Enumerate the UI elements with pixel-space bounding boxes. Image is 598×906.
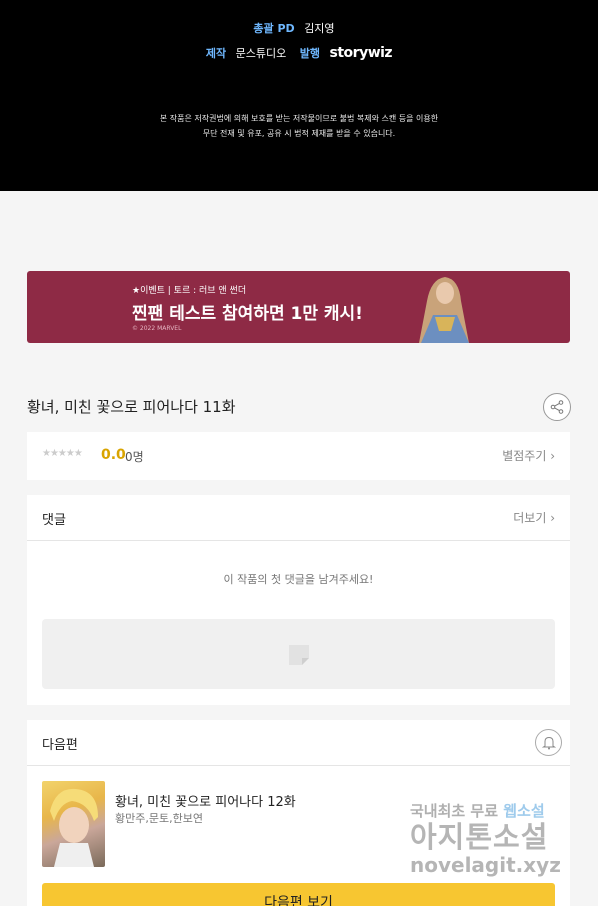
credit-name-studio: 문스튜디오 bbox=[235, 47, 287, 60]
banner-headline: 찐팬 테스트 참여하면 1만 캐시! bbox=[132, 304, 363, 324]
rating-card: ★★★★★ 0.0 0명 별점주기 › bbox=[27, 432, 570, 480]
storywiz-logo: storywiz bbox=[329, 45, 393, 61]
credit-role-pd: 총괄 PD bbox=[253, 22, 295, 35]
comments-card: 댓글 더보기 › 이 작품의 첫 댓글을 남겨주세요! bbox=[27, 495, 570, 705]
next-episode-authors: 황만주,문토,한보연 bbox=[115, 812, 203, 825]
next-episode-button[interactable]: 다음편 보기 bbox=[42, 883, 555, 906]
banner-copyright: © 2022 MARVEL bbox=[132, 325, 182, 332]
event-banner[interactable]: ★이벤트 | 토르 : 러브 앤 썬더 찐팬 테스트 참여하면 1만 캐시! ©… bbox=[27, 271, 570, 343]
credits-partial-line: ••• •• ••••• ••• ••• bbox=[0, 0, 598, 6]
copyright-notice: 본 작품은 저작권법에 의해 보호를 받는 저작물이므로 불법 복제와 스캔 등… bbox=[0, 111, 598, 141]
watermark-line-2: 아지톤소설 bbox=[410, 820, 549, 854]
episode-credits: ••• •• ••••• ••• ••• 총괄 PD 김지영 제작 문스튜디오 … bbox=[0, 0, 598, 191]
credit-row-pd: 총괄 PD 김지영 bbox=[0, 20, 598, 36]
comments-empty-message: 이 작품의 첫 댓글을 남겨주세요! bbox=[223, 573, 374, 586]
next-episode-thumbnail[interactable] bbox=[42, 781, 105, 867]
comments-header: 댓글 더보기 › bbox=[27, 495, 570, 541]
copyright-notice-line: 본 작품은 저작권법에 의해 보호를 받는 저작물이므로 불법 복제와 스캔 등… bbox=[159, 114, 439, 123]
watermark-line-1b: 웹소설 bbox=[503, 802, 545, 820]
next-episode-title[interactable]: 황녀, 미친 꽃으로 피어나다 12화 bbox=[115, 791, 296, 810]
share-button[interactable] bbox=[543, 393, 571, 421]
comments-more-link[interactable]: 더보기 › bbox=[513, 509, 555, 526]
next-episode-header: 다음편 bbox=[27, 720, 570, 766]
rating-stars: ★★★★★ bbox=[42, 448, 83, 459]
bell-icon bbox=[541, 736, 556, 750]
character-thumbnail-art bbox=[50, 788, 98, 867]
rating-score: 0.0 bbox=[101, 447, 126, 463]
rate-button[interactable]: 별점주기 › bbox=[502, 447, 555, 464]
share-icon bbox=[550, 400, 564, 414]
ad-placeholder[interactable] bbox=[42, 619, 555, 689]
copyright-notice-line: 무단 전재 및 유포, 공유 시 법적 제재를 받을 수 있습니다. bbox=[202, 129, 396, 138]
watermark-line-1: 국내최초 무료 웹소설 bbox=[410, 800, 580, 821]
image-placeholder-icon bbox=[289, 645, 309, 665]
credit-role-publisher: 발행 bbox=[299, 47, 321, 60]
credit-name-pd: 김지영 bbox=[304, 22, 335, 35]
comments-label: 댓글 bbox=[42, 513, 66, 528]
site-watermark: 국내최초 무료 웹소설 아지톤소설 novelagit.xyz bbox=[410, 800, 580, 877]
watermark-line-1a: 국내최초 무료 bbox=[410, 802, 504, 820]
banner-tag: ★이벤트 | 토르 : 러브 앤 썬더 bbox=[132, 286, 247, 296]
credit-row-studio: 제작 문스튜디오 발행 storywiz bbox=[0, 45, 598, 61]
banner-character-image bbox=[419, 277, 469, 343]
notification-button[interactable] bbox=[535, 729, 562, 756]
credit-role-studio: 제작 bbox=[205, 47, 227, 60]
next-episode-label: 다음편 bbox=[42, 738, 78, 753]
episode-title: 황녀, 미친 꽃으로 피어나다 11화 bbox=[27, 398, 236, 416]
rating-count: 0명 bbox=[125, 450, 144, 464]
watermark-line-3: novelagit.xyz bbox=[410, 853, 561, 877]
